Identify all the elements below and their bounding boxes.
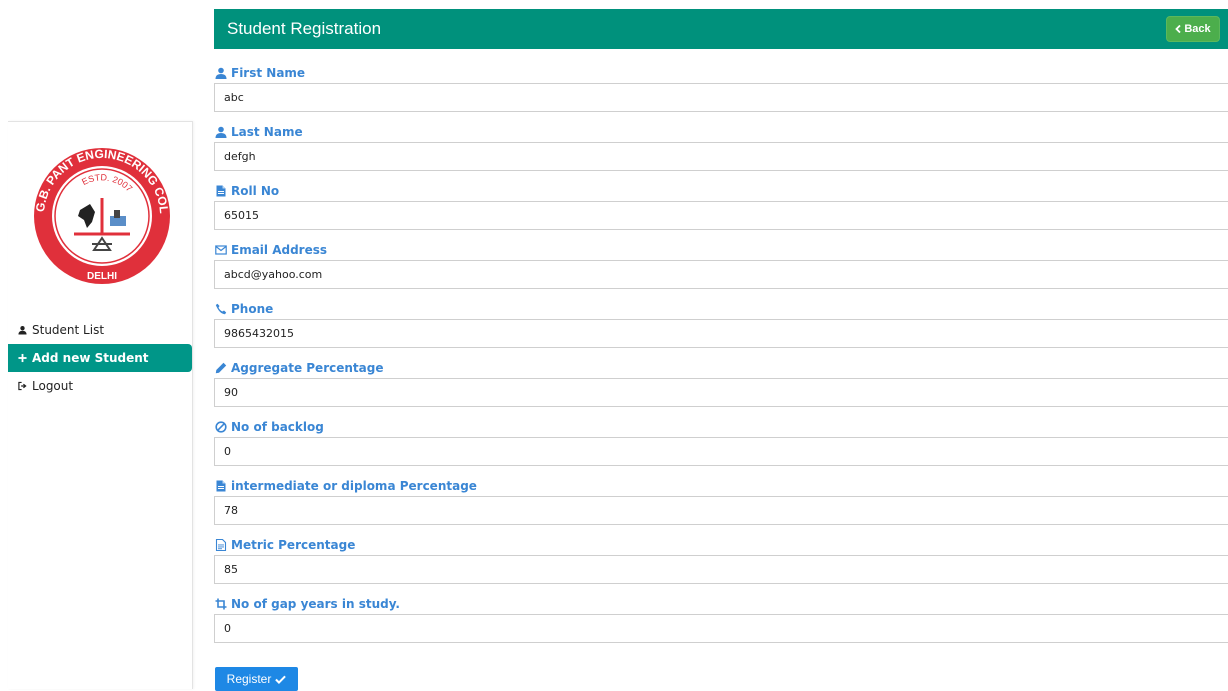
register-button-label: Register	[226, 672, 272, 686]
user-icon	[214, 66, 228, 80]
pencil-icon	[214, 361, 228, 375]
gap-years-field-group: No of gap years in study. 0	[214, 595, 1228, 654]
sidebar-item-student-list[interactable]: Student List	[8, 316, 192, 344]
metric-percentage-input[interactable]: 85	[214, 555, 1228, 584]
last-name-field-group: Last Name defgh	[214, 123, 1228, 182]
envelope-icon	[214, 243, 228, 257]
metric-percentage-field-group: Metric Percentage 85	[214, 536, 1228, 595]
backlog-label: No of backlog	[231, 420, 324, 434]
email-input[interactable]: abcd@yahoo.com	[214, 260, 1228, 289]
back-button[interactable]: Back	[1166, 16, 1220, 42]
sidebar-item-label: Student List	[32, 323, 105, 337]
phone-label: Phone	[231, 302, 274, 316]
svg-text:DELHI: DELHI	[87, 271, 117, 282]
aggregate-percentage-label: Aggregate Percentage	[231, 361, 384, 375]
sidebar-item-logout[interactable]: Logout	[8, 372, 192, 400]
intermediate-percentage-input[interactable]: 78	[214, 496, 1228, 525]
intermediate-percentage-field-group: intermediate or diploma Percentage 78	[214, 477, 1228, 536]
first-name-label: First Name	[231, 66, 306, 80]
sidebar-item-label: Add new Student	[32, 351, 149, 365]
student-registration-form: First Name abc Last Name defgh Roll No 6…	[214, 64, 1228, 654]
sign-out-icon	[16, 381, 28, 391]
plus-icon	[16, 353, 28, 363]
backlog-input[interactable]: 0	[214, 437, 1228, 466]
file-icon	[214, 184, 228, 198]
roll-no-input[interactable]: 65015	[214, 201, 1228, 230]
sidebar-item-label: Logout	[32, 379, 74, 393]
email-field-group: Email Address abcd@yahoo.com	[214, 241, 1228, 300]
file-text-icon	[214, 538, 228, 552]
user-icon	[214, 125, 228, 139]
user-icon	[16, 325, 28, 335]
gap-years-label: No of gap years in study.	[231, 597, 400, 611]
metric-percentage-label: Metric Percentage	[231, 538, 356, 552]
email-label: Email Address	[231, 243, 328, 257]
file-icon	[214, 479, 228, 493]
chevron-left-icon	[1175, 25, 1181, 33]
last-name-label: Last Name	[231, 125, 303, 139]
page-title: Student Registration	[227, 19, 382, 38]
phone-icon	[214, 302, 228, 316]
ban-icon	[214, 420, 228, 434]
crop-icon	[214, 597, 228, 611]
phone-input[interactable]: 9865432015	[214, 319, 1228, 348]
backlog-field-group: No of backlog 0	[214, 418, 1228, 477]
register-button[interactable]: Register	[215, 667, 298, 691]
back-button-label: Back	[1184, 23, 1211, 35]
sidebar-nav: Student List Add new Student Logout	[8, 316, 192, 400]
first-name-input[interactable]: abc	[214, 83, 1228, 112]
sidebar-item-add-new-student[interactable]: Add new Student	[8, 344, 192, 372]
roll-no-label: Roll No	[231, 184, 280, 198]
aggregate-percentage-field-group: Aggregate Percentage 90	[214, 359, 1228, 418]
aggregate-percentage-input[interactable]: 90	[214, 378, 1228, 407]
first-name-field-group: First Name abc	[214, 64, 1228, 123]
college-logo: G.B. PANT ENGINEERING COLLEGE ESTD. 2007…	[32, 146, 171, 284]
sidebar: G.B. PANT ENGINEERING COLLEGE ESTD. 2007…	[8, 121, 193, 689]
roll-no-field-group: Roll No 65015	[214, 182, 1228, 241]
phone-field-group: Phone 9865432015	[214, 300, 1228, 359]
last-name-input[interactable]: defgh	[214, 142, 1228, 171]
intermediate-percentage-label: intermediate or diploma Percentage	[231, 479, 477, 493]
check-icon	[275, 675, 287, 684]
gap-years-input[interactable]: 0	[214, 614, 1228, 643]
page-header: Student Registration Back	[214, 9, 1228, 49]
